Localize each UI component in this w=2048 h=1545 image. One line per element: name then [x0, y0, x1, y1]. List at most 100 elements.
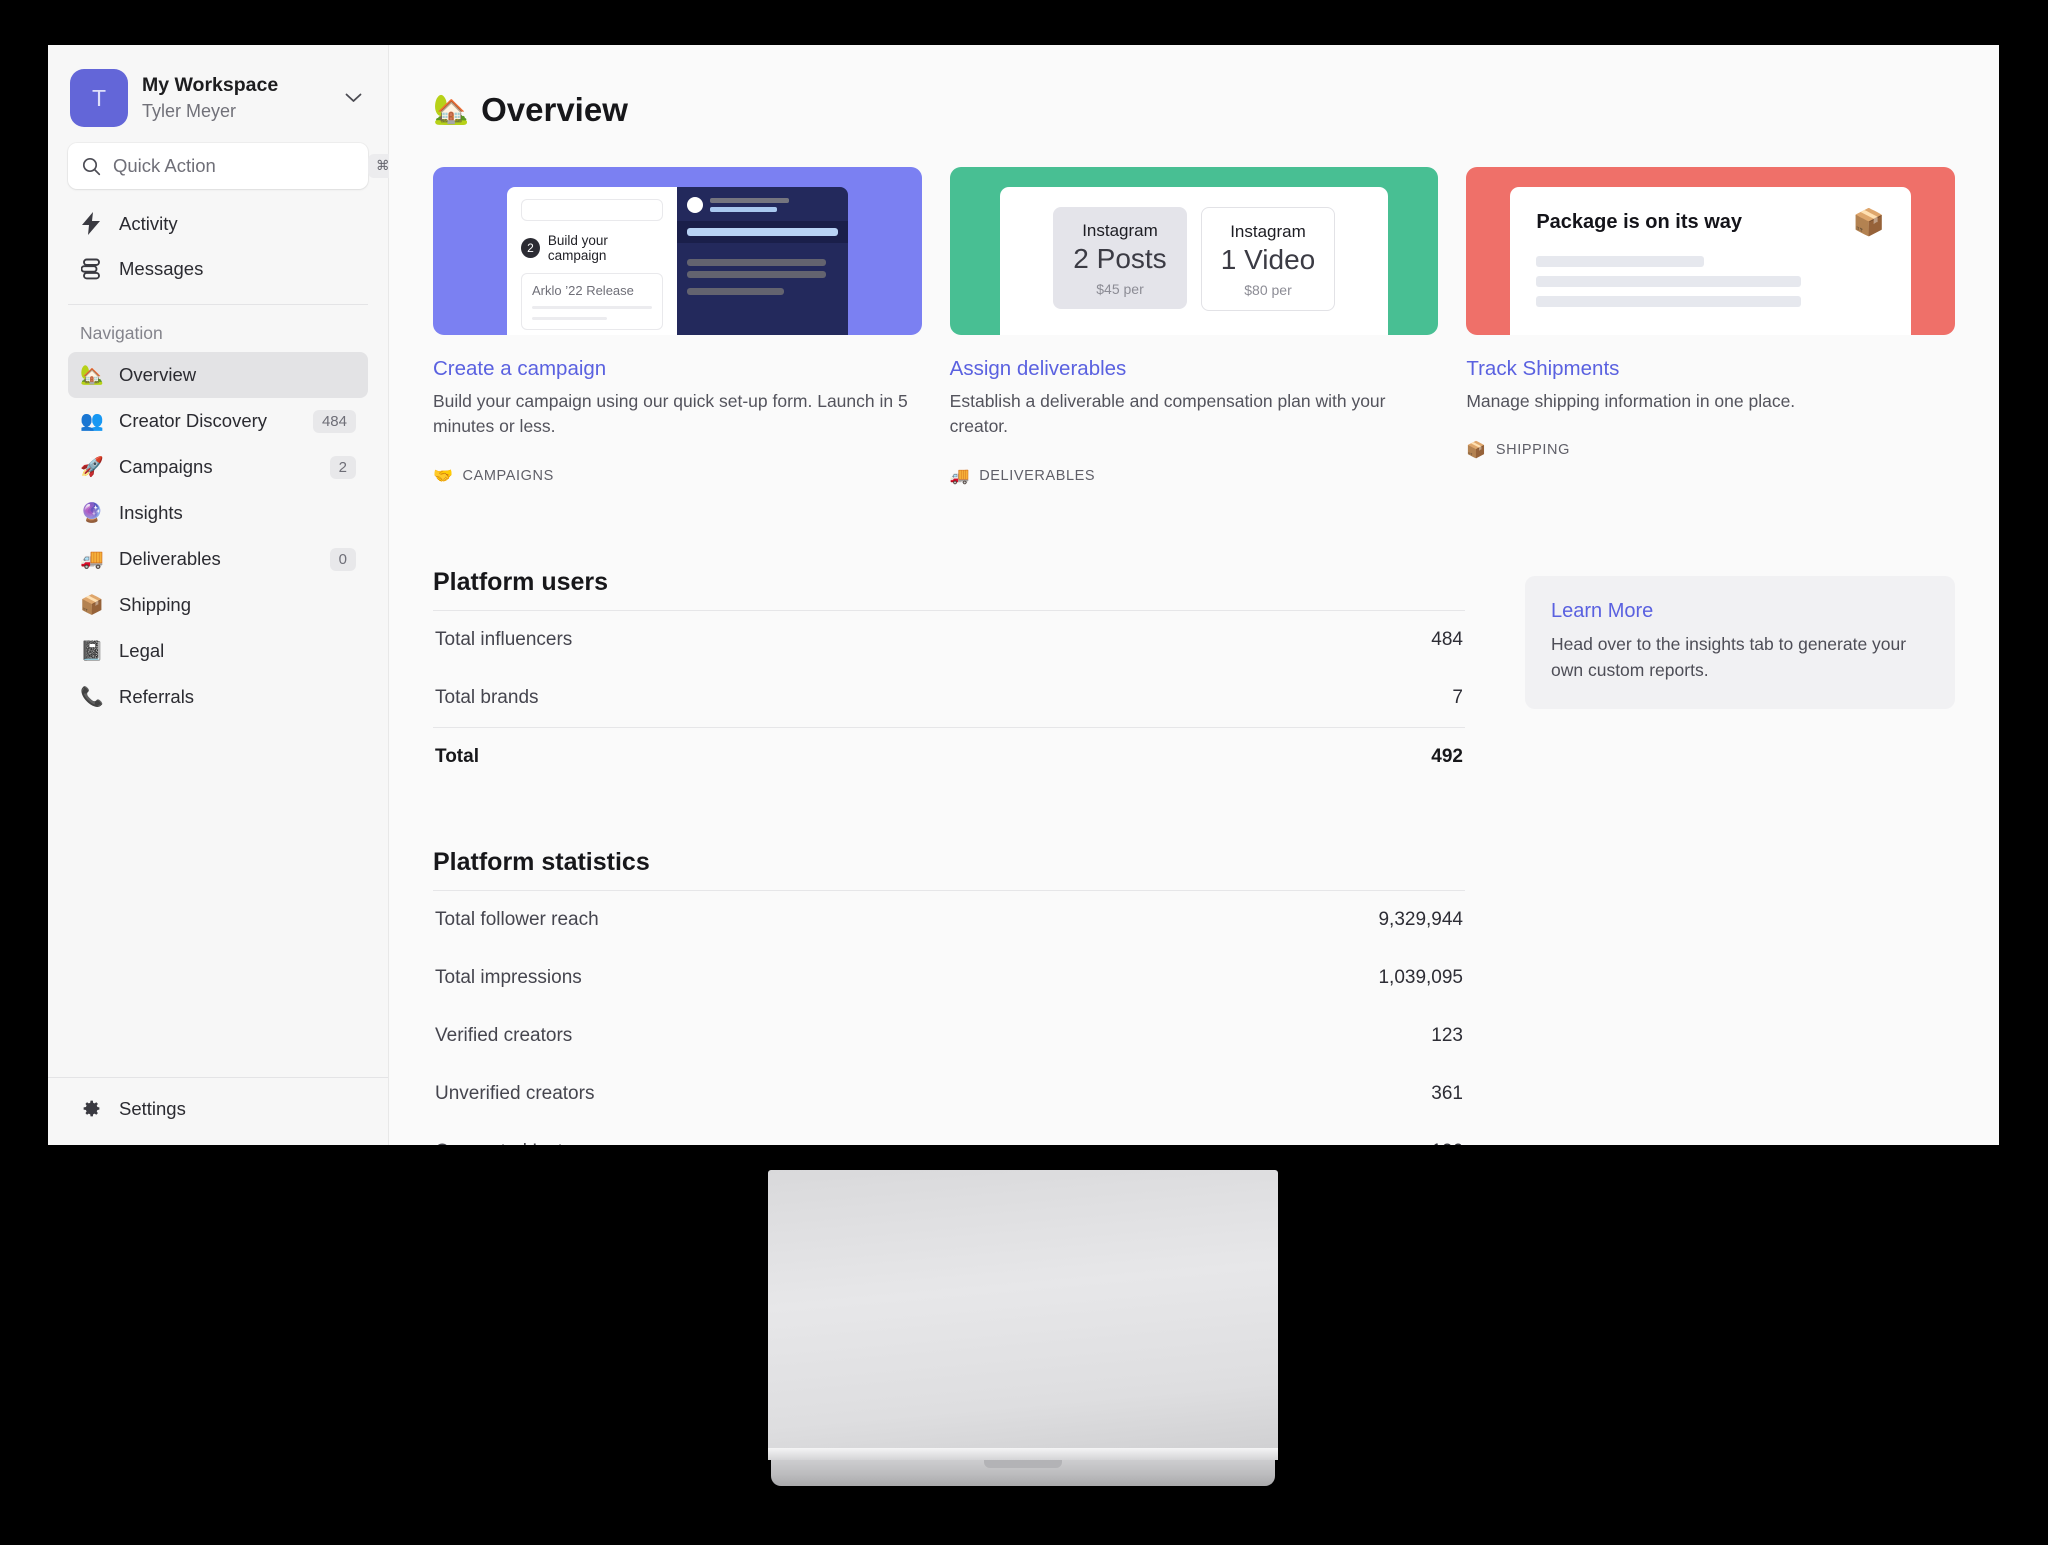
avatar: T — [70, 69, 128, 127]
sidebar-footer: Settings — [48, 1077, 388, 1145]
promo-card-create-campaign: 2 Build your campaign Arklo ’22 Release — [433, 167, 922, 486]
sidebar-item-badge: 2 — [329, 455, 356, 479]
deliverable-platform: Instagram — [1230, 222, 1306, 241]
campaign-builder-mock: 2 Build your campaign Arklo ’22 Release — [507, 187, 848, 335]
stat-label: Unverified creators — [435, 1082, 595, 1104]
deliverable-rate: $45 per — [1096, 281, 1144, 297]
table-row: Connected Instagrams 126 — [433, 1123, 1465, 1145]
stat-value: 126 — [1431, 1141, 1463, 1145]
search-icon — [82, 157, 101, 176]
skeleton-bar — [710, 198, 790, 203]
sidebar-item-badge: 484 — [312, 409, 356, 433]
shipment-skeleton-lines — [1536, 256, 1885, 307]
laptop-mockup — [768, 1170, 1278, 1495]
table-row: Total brands 7 — [433, 669, 1465, 727]
sidebar-item-label: Shipping — [119, 594, 192, 615]
preview-header — [687, 197, 837, 213]
truck-icon: 🚚 — [80, 549, 104, 570]
campaign-form-mock: 2 Build your campaign Arklo ’22 Release — [507, 187, 678, 335]
workspace-user: Tyler Meyer — [142, 100, 237, 121]
sidebar-item-creator-discovery[interactable]: 👥 Creator Discovery 484 — [68, 398, 368, 444]
campaign-preview-mock — [677, 187, 848, 335]
sidebar-item-campaigns[interactable]: 🚀 Campaigns 2 — [68, 444, 368, 490]
sidebar-item-badge: 0 — [329, 547, 356, 571]
laptop-screen-lip — [768, 1448, 1278, 1460]
skeleton-bar — [1536, 256, 1704, 267]
promo-card-link[interactable]: Assign deliverables — [950, 357, 1439, 381]
table-row: Unverified creators 361 — [433, 1065, 1465, 1123]
chevron-down-icon[interactable] — [345, 90, 366, 107]
sidebar-item-legal[interactable]: 📓 Legal — [68, 628, 368, 674]
promo-card-tag-label: SHIPPING — [1495, 442, 1570, 459]
package-icon: 📦 — [1852, 207, 1886, 237]
sidebar-item-label: Settings — [119, 1097, 186, 1119]
page-title: 🏡 Overview — [433, 91, 1955, 129]
table-row: Total follower reach 9,329,944 — [433, 891, 1465, 949]
deliverable-rate: $80 per — [1244, 282, 1292, 298]
workspace-name: My Workspace — [142, 73, 279, 96]
stat-value: 123 — [1431, 1024, 1463, 1046]
laptop-notch — [984, 1460, 1062, 1468]
stat-label: Total brands — [435, 686, 539, 708]
table-row: Verified creators 123 — [433, 1007, 1465, 1065]
quick-action-bar[interactable]: ⌘K — [68, 143, 407, 189]
skeleton-bar — [687, 259, 826, 266]
sidebar-item-label: Messages — [119, 257, 204, 279]
promo-card-description: Build your campaign using our quick set-… — [433, 391, 908, 437]
promo-art-deliverables: Instagram 2 Posts $45 per Instagram 1 Vi… — [949, 167, 1439, 335]
sidebar-quick-links: Activity Messages — [48, 189, 388, 291]
deliverable-tile: Instagram 2 Posts $45 per — [1053, 207, 1187, 309]
telephone-icon: 📞 — [80, 687, 104, 708]
stats-area: Platform users Total influencers 484 Tot… — [433, 568, 1955, 1145]
learn-more-description: Head over to the insights tab to generat… — [1551, 633, 1907, 680]
people-icon: 👥 — [80, 411, 104, 432]
stat-value: 361 — [1431, 1082, 1463, 1104]
skeleton-bar — [687, 228, 838, 236]
stats-column: Platform users Total influencers 484 Tot… — [433, 568, 1465, 1145]
table-row: Total impressions 1,039,095 — [433, 949, 1465, 1007]
package-icon: 📦 — [80, 595, 104, 616]
house-icon: 🏡 — [433, 94, 470, 126]
platform-statistics-section: Platform statistics Total follower reach… — [433, 848, 1465, 1145]
page-title-text: Overview — [481, 91, 628, 128]
house-icon: 🏡 — [80, 365, 104, 386]
sidebar-item-deliverables[interactable]: 🚚 Deliverables 0 — [68, 536, 368, 582]
stat-label: Connected Instagrams — [435, 1141, 626, 1145]
sidebar-nav-list: 🏡 Overview 👥 Creator Discovery 484 🚀 Cam… — [48, 352, 388, 720]
handshake-icon: 🤝 — [433, 467, 454, 485]
stat-label: Total impressions — [435, 966, 582, 988]
sidebar-item-messages[interactable]: Messages — [68, 246, 368, 291]
sidebar-item-shipping[interactable]: 📦 Shipping — [68, 582, 368, 628]
workspace-switcher[interactable]: T My Workspace Tyler Meyer — [48, 45, 388, 143]
search-input[interactable] — [113, 155, 356, 177]
promo-art-campaign: 2 Build your campaign Arklo ’22 Release — [433, 167, 922, 335]
main-content: 🏡 Overview 2 Build your campaign Arklo ’… — [389, 45, 1999, 1145]
sidebar-item-insights[interactable]: 🔮 Insights — [68, 490, 368, 536]
sidebar-item-overview[interactable]: 🏡 Overview — [68, 352, 368, 398]
campaign-name-value: Arklo ’22 Release — [532, 283, 634, 298]
table-row: Total influencers 484 — [433, 611, 1465, 669]
promo-card-tag-label: DELIVERABLES — [979, 467, 1096, 484]
sidebar-item-label: Insights — [119, 502, 183, 523]
promo-card-tag-label: CAMPAIGNS — [462, 467, 554, 484]
sidebar-item-activity[interactable]: Activity — [68, 201, 368, 246]
section-title: Platform users — [433, 567, 609, 596]
promo-card-link[interactable]: Create a campaign — [433, 357, 922, 381]
sidebar: T My Workspace Tyler Meyer ⌘K Activity — [48, 45, 407, 1145]
learn-more-panel: Learn More Head over to the insights tab… — [1525, 575, 1955, 710]
sidebar-item-label: Referrals — [119, 686, 195, 707]
promo-card-link[interactable]: Track Shipments — [1466, 357, 1955, 381]
campaign-name-field: Arklo ’22 Release — [521, 273, 664, 330]
sidebar-item-referrals[interactable]: 📞 Referrals — [68, 674, 368, 720]
deliverables-mock: Instagram 2 Posts $45 per Instagram 1 Vi… — [999, 187, 1389, 335]
package-icon: 📦 — [1466, 442, 1487, 460]
stat-label: Total — [435, 745, 479, 767]
deliverable-platform: Instagram — [1082, 221, 1158, 240]
rocket-icon: 🚀 — [80, 457, 104, 478]
stat-value: 484 — [1431, 628, 1463, 650]
sidebar-item-settings[interactable]: Settings — [68, 1086, 368, 1131]
learn-more-link[interactable]: Learn More — [1551, 600, 1929, 623]
gear-icon — [80, 1098, 103, 1119]
skeleton-bar — [687, 288, 784, 295]
